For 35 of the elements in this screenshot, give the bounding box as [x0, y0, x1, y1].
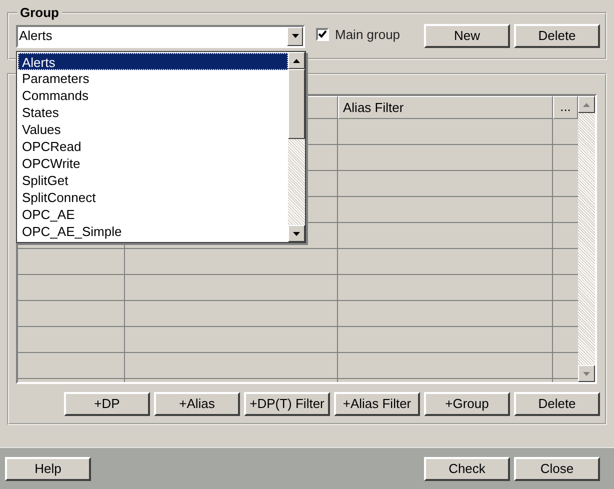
dropdown-item[interactable]: OPC_AE	[18, 206, 288, 223]
scroll-thumb[interactable]	[288, 69, 305, 139]
scroll-up-icon[interactable]	[578, 96, 595, 113]
main-group-checkbox[interactable]	[316, 28, 329, 41]
dropdown-item[interactable]: OPCWrite	[18, 155, 288, 172]
dropdown-item[interactable]: OPCRead	[18, 138, 288, 155]
action-button[interactable]: +DP(T) Filter	[244, 392, 330, 416]
list-scrollbar[interactable]	[288, 52, 305, 242]
column-header[interactable]: Alias Filter	[338, 96, 553, 119]
table-scrollbar[interactable]	[578, 96, 595, 382]
group-combo-box[interactable]: Alerts	[16, 24, 305, 48]
dropdown-item[interactable]: Commands	[18, 87, 288, 104]
action-button[interactable]: Delete	[514, 24, 600, 48]
main-group-label: Main group	[335, 26, 400, 44]
action-button[interactable]: +Alias Filter	[334, 392, 420, 416]
dropdown-item[interactable]: States	[18, 104, 288, 121]
dropdown-item[interactable]: OPC_AE_Simple	[18, 223, 288, 240]
scroll-down-icon[interactable]	[288, 225, 305, 242]
dropdown-item[interactable]: SplitGet	[18, 172, 288, 189]
dropdown-item[interactable]: Alerts	[18, 53, 288, 70]
dropdown-item[interactable]: Parameters	[18, 70, 288, 87]
group-legend: Group	[17, 5, 62, 20]
action-button[interactable]: New	[424, 24, 510, 48]
column-header[interactable]: ...	[553, 96, 578, 119]
action-button[interactable]: Check	[424, 456, 510, 480]
dropdown-item[interactable]: Values	[18, 121, 288, 138]
action-button[interactable]: +Group	[424, 392, 510, 416]
action-button[interactable]: +DP	[64, 392, 150, 416]
scroll-down-icon[interactable]	[578, 365, 595, 382]
dropdown-item[interactable]: SplitConnect	[18, 189, 288, 206]
action-button[interactable]: Delete	[514, 392, 600, 416]
action-button[interactable]: Close	[514, 456, 600, 480]
action-button[interactable]: Help	[5, 456, 91, 480]
action-button[interactable]: +Alias	[154, 392, 240, 416]
scroll-up-icon[interactable]	[288, 52, 305, 69]
